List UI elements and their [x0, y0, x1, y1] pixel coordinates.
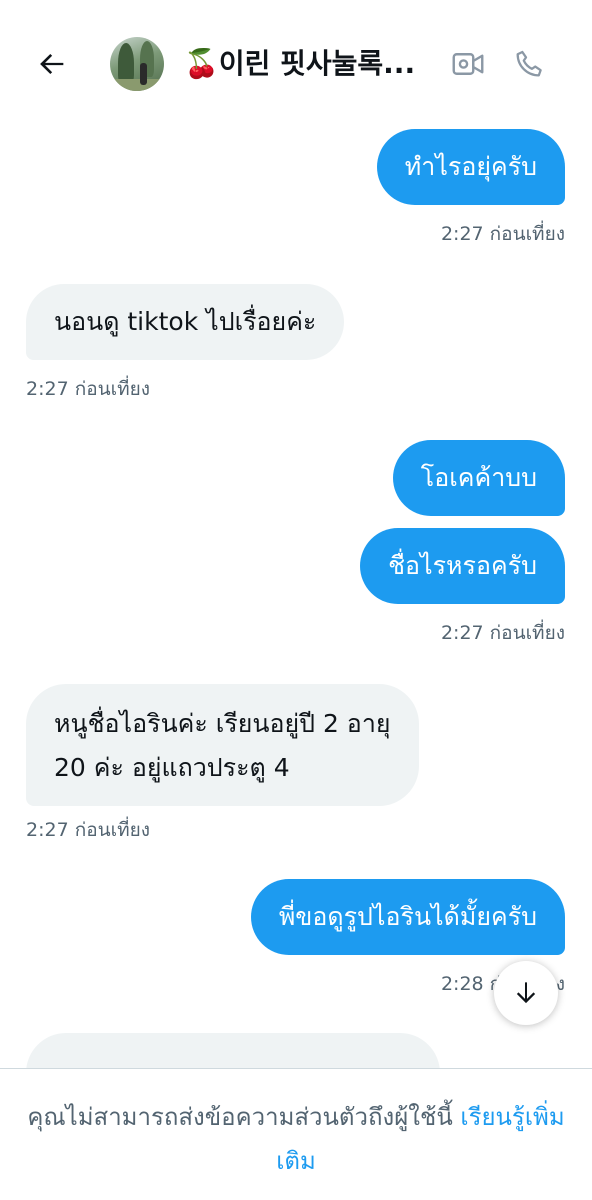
notice-text: คุณไม่สามารถส่งข้อความส่วนตัวถึงผู้ใช้นี…: [27, 1103, 461, 1131]
outgoing-message[interactable]: โอเคค้าบบ: [392, 440, 565, 516]
conversation-header: 🍒이린 핏사눌록...: [0, 0, 592, 122]
scroll-to-bottom-button[interactable]: [494, 961, 558, 1025]
message-timestamp: 2:27 ก่อนเที่ยง: [440, 223, 565, 245]
incoming-message[interactable]: หนูชื่อไอรินค่ะ เรียนอยู่ปี 2 อายุ 20 ค่…: [26, 684, 419, 806]
video-camera-icon: [452, 53, 484, 75]
avatar[interactable]: [110, 37, 164, 91]
message-line: หนูชื่อไอรินค่ะ เรียนอยู่ปี 2 อายุ: [54, 709, 391, 738]
outgoing-message[interactable]: ชื่อไรหรอครับ: [360, 528, 565, 604]
message-line: 20 ค่ะ อยู่แถวประตู 4: [54, 753, 290, 782]
arrow-down-icon: [516, 982, 536, 1004]
outgoing-message[interactable]: พี่ขอดูรูปไอรินได้มั้ยครับ: [250, 879, 565, 955]
outgoing-message[interactable]: ทำไรอยุ่ครับ: [376, 129, 565, 205]
phone-icon: [516, 50, 542, 77]
video-call-button[interactable]: [446, 42, 490, 86]
voice-call-button[interactable]: [508, 42, 552, 86]
message-timestamp: 2:27 ก่อนเที่ยง: [26, 378, 151, 400]
dm-restricted-notice: คุณไม่สามารถส่งข้อความส่วนตัวถึงผู้ใช้นี…: [0, 1068, 592, 1200]
back-button[interactable]: [30, 42, 74, 86]
arrow-left-icon: [40, 53, 64, 75]
message-timestamp: 2:27 ก่อนเที่ยง: [440, 622, 565, 644]
incoming-message[interactable]: นอนดู tiktok ไปเรื่อยค่ะ: [26, 284, 345, 360]
conversation-title[interactable]: 🍒이린 핏사눌록...: [184, 44, 432, 84]
message-timestamp: 2:27 ก่อนเที่ยง: [26, 819, 151, 841]
